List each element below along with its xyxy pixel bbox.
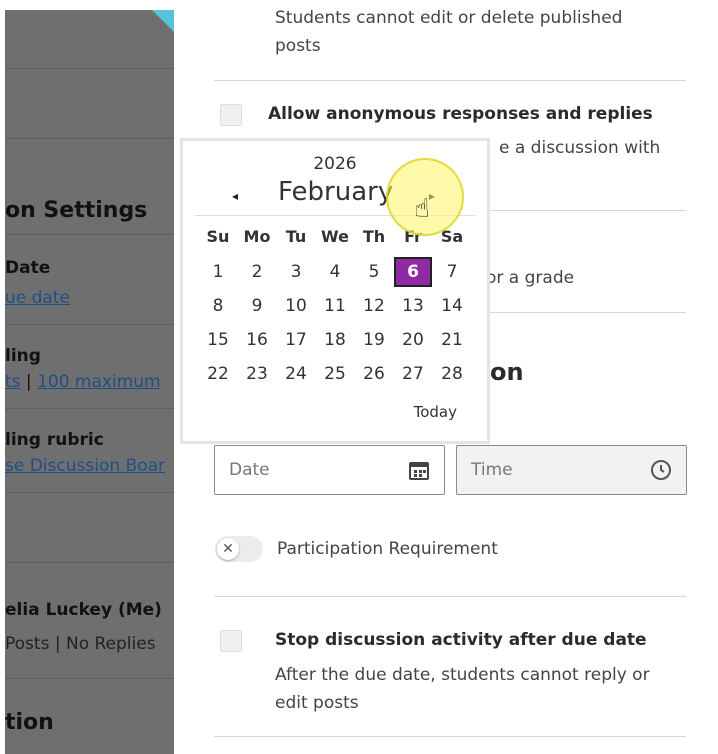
due-date-label: Date [5, 258, 51, 278]
calendar-day[interactable]: 27 [395, 359, 431, 389]
due-date-link[interactable]: ue date [5, 288, 70, 308]
divider [5, 492, 174, 493]
stop-activity-title: Stop discussion activity after due date [275, 630, 647, 650]
today-button[interactable]: Today [414, 403, 457, 421]
divider [5, 324, 174, 325]
anonymous-checkbox[interactable] [220, 104, 242, 126]
section-heading: on [490, 358, 524, 386]
toggle-off-icon: ✕ [217, 538, 239, 560]
grading-label: ling [5, 346, 41, 366]
rubric-link[interactable]: se Discussion Boar [5, 456, 165, 476]
calendar-day[interactable]: 20 [395, 325, 431, 355]
calendar-day[interactable]: 24 [278, 359, 314, 389]
rubric-label: ling rubric [5, 430, 104, 450]
participant-separator: | [49, 634, 66, 654]
course-settings-panel: on Settings Date ue date ling ts | 100 m… [5, 10, 174, 754]
calendar-day[interactable]: 12 [356, 291, 392, 321]
calendar-day[interactable]: 13 [395, 291, 431, 321]
weekday-header: Tu [285, 227, 307, 246]
calendar-day[interactable]: 25 [317, 359, 353, 389]
participation-label: Participation Requirement [277, 539, 498, 559]
section-heading: tion [5, 710, 54, 735]
grading-link-a[interactable]: ts [5, 372, 21, 392]
grade-desc: or a grade [486, 268, 575, 288]
picker-month: February [278, 177, 394, 207]
calendar-day[interactable]: 15 [200, 325, 236, 355]
calendar-day[interactable]: 11 [317, 291, 353, 321]
calendar-day[interactable]: 8 [200, 291, 236, 321]
calendar-day[interactable]: 26 [356, 359, 392, 389]
calendar-day[interactable]: 28 [434, 359, 470, 389]
anonymous-desc: e a discussion with [499, 138, 661, 158]
participant-name[interactable]: elia Luckey (Me) [5, 600, 162, 620]
divider [5, 678, 174, 679]
weekday-header: We [321, 227, 349, 246]
participant-replies: No Replies [65, 634, 156, 654]
date-field[interactable]: Date [214, 445, 445, 495]
divider [5, 68, 174, 69]
calendar-day[interactable]: 2 [239, 257, 275, 287]
weekday-header: Mo [243, 227, 271, 246]
calendar-day[interactable]: 3 [278, 257, 314, 287]
selected-day[interactable]: 6 [394, 257, 432, 287]
prev-month-icon[interactable]: ◂ [232, 189, 238, 203]
settings-heading: on Settings [5, 198, 148, 223]
divider [214, 596, 686, 597]
published-posts-text: Students cannot edit or delete published [275, 8, 623, 28]
divider [214, 736, 686, 737]
corner-accent [152, 10, 174, 32]
stop-activity-desc: After the due date, students cannot repl… [275, 665, 650, 685]
time-field[interactable]: Time [456, 445, 687, 495]
calendar-icon[interactable] [408, 459, 430, 481]
date-placeholder: Date [229, 460, 270, 480]
calendar-day[interactable]: 17 [278, 325, 314, 355]
weekday-header: Su [206, 227, 230, 246]
calendar-day[interactable]: 7 [434, 257, 470, 287]
calendar-day[interactable]: 9 [239, 291, 275, 321]
calendar-day[interactable]: 18 [317, 325, 353, 355]
calendar-day[interactable]: 4 [317, 257, 353, 287]
divider [5, 408, 174, 409]
divider [5, 138, 174, 139]
weekday-header: Th [362, 227, 386, 246]
hand-pointer-icon: ☝ [414, 194, 430, 224]
participant-posts: Posts [5, 634, 50, 654]
max-points-link[interactable]: 100 maximum [37, 372, 161, 392]
calendar-day[interactable]: 22 [200, 359, 236, 389]
calendar-day[interactable]: 10 [278, 291, 314, 321]
stop-activity-checkbox[interactable] [220, 630, 242, 652]
stop-activity-desc-2: edit posts [275, 693, 359, 713]
divider [5, 562, 174, 563]
divider [5, 234, 174, 235]
calendar-day[interactable]: 14 [434, 291, 470, 321]
calendar-day[interactable]: 21 [434, 325, 470, 355]
calendar-day[interactable]: 19 [356, 325, 392, 355]
divider [214, 80, 686, 81]
calendar-day[interactable]: 23 [239, 359, 275, 389]
calendar-day[interactable]: 1 [200, 257, 236, 287]
calendar-day[interactable]: 16 [239, 325, 275, 355]
grading-links: ts | 100 maximum [5, 372, 161, 392]
calendar-day[interactable]: 5 [356, 257, 392, 287]
clock-icon [650, 459, 672, 481]
participant-stats: Posts | No Replies [5, 634, 156, 654]
grading-separator: | [20, 372, 38, 392]
participation-toggle[interactable]: ✕ [215, 536, 263, 562]
anonymous-title: Allow anonymous responses and replies [268, 104, 653, 124]
time-placeholder: Time [471, 460, 513, 480]
published-posts-text-2: posts [275, 36, 321, 56]
